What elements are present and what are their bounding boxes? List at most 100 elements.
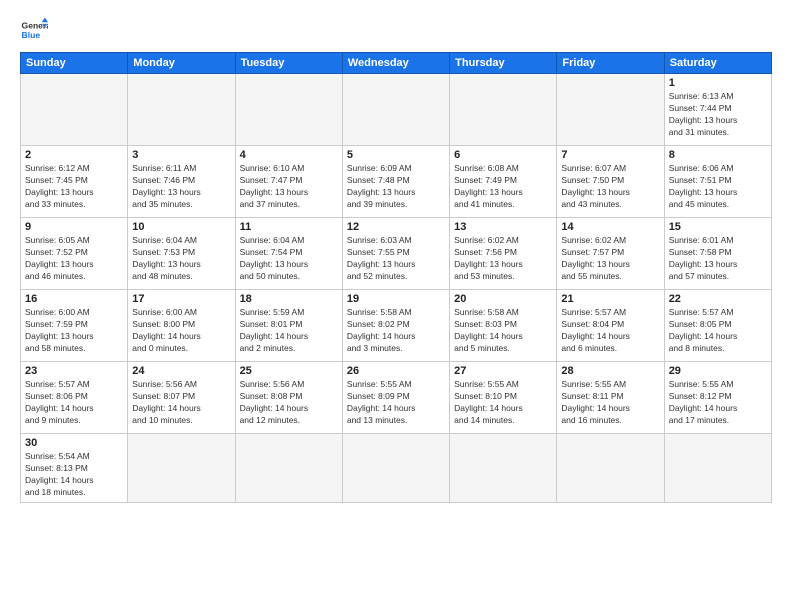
calendar-cell: 7Sunrise: 6:07 AMSunset: 7:50 PMDaylight… [557,146,664,218]
calendar-week-5: 23 Sunrise: 5:57 AMSunset: 8:06 PMDayligh… [21,362,772,434]
calendar-cell: 10 Sunrise: 6:04 AMSunset: 7:53 PMDayligh… [128,218,235,290]
calendar-cell: 4Sunrise: 6:10 AMSunset: 7:47 PMDaylight… [235,146,342,218]
calendar-cell [557,434,664,503]
svg-text:Blue: Blue [22,30,41,40]
day-number: 22 [669,293,767,305]
day-info: Sunrise: 5:56 AMSunset: 8:07 PMDaylight:… [132,379,230,427]
calendar-week-4: 16Sunrise: 6:00 AMSunset: 7:59 PMDayligh… [21,290,772,362]
day-number: 28 [561,365,659,377]
calendar-cell [450,74,557,146]
day-number: 6 [454,149,552,161]
day-info: Sunrise: 6:03 AMSunset: 7:55 PMDaylight:… [347,235,445,283]
day-info: Sunrise: 6:12 AMSunset: 7:45 PMDaylight:… [25,163,123,211]
day-info: Sunrise: 6:04 AMSunset: 7:53 PMDaylight:… [132,235,230,283]
calendar-cell: 23 Sunrise: 5:57 AMSunset: 8:06 PMDayligh… [21,362,128,434]
calendar-cell: 12 Sunrise: 6:03 AMSunset: 7:55 PMDayligh… [342,218,449,290]
day-info: Sunrise: 6:02 AMSunset: 7:57 PMDaylight:… [561,235,659,283]
day-info: Sunrise: 5:57 AMSunset: 8:04 PMDaylight:… [561,307,659,355]
day-number: 20 [454,293,552,305]
weekday-header-friday: Friday [557,53,664,74]
day-info: Sunrise: 6:02 AMSunset: 7:56 PMDaylight:… [454,235,552,283]
day-info: Sunrise: 5:55 AMSunset: 8:10 PMDaylight:… [454,379,552,427]
calendar-week-2: 2 Sunrise: 6:12 AMSunset: 7:45 PMDaylight… [21,146,772,218]
day-number: 8 [669,149,767,161]
calendar-cell: 2 Sunrise: 6:12 AMSunset: 7:45 PMDaylight… [21,146,128,218]
calendar-cell: 13 Sunrise: 6:02 AMSunset: 7:56 PMDayligh… [450,218,557,290]
calendar-cell [342,434,449,503]
day-info: Sunrise: 6:00 AMSunset: 7:59 PMDaylight:… [25,307,123,355]
calendar-table: SundayMondayTuesdayWednesdayThursdayFrid… [20,52,772,503]
calendar-cell: 6 Sunrise: 6:08 AMSunset: 7:49 PMDaylight… [450,146,557,218]
calendar-cell: 3 Sunrise: 6:11 AMSunset: 7:46 PMDaylight… [128,146,235,218]
calendar-cell: 26 Sunrise: 5:55 AMSunset: 8:09 PMDayligh… [342,362,449,434]
day-info: Sunrise: 6:11 AMSunset: 7:46 PMDaylight:… [132,163,230,211]
calendar-week-1: 1 Sunrise: 6:13 AMSunset: 7:44 PMDaylight… [21,74,772,146]
calendar-cell: 15Sunrise: 6:01 AMSunset: 7:58 PMDayligh… [664,218,771,290]
calendar-cell [664,434,771,503]
day-info: Sunrise: 6:10 AMSunset: 7:47 PMDaylight:… [240,163,338,211]
logo: General Blue [20,16,48,44]
calendar-cell: 18 Sunrise: 5:59 AMSunset: 8:01 PMDayligh… [235,290,342,362]
calendar-week-3: 9Sunrise: 6:05 AMSunset: 7:52 PMDaylight… [21,218,772,290]
calendar-cell: 28 Sunrise: 5:55 AMSunset: 8:11 PMDayligh… [557,362,664,434]
day-info: Sunrise: 5:58 AMSunset: 8:03 PMDaylight:… [454,307,552,355]
day-number: 23 [25,365,123,377]
calendar-cell: 24Sunrise: 5:56 AMSunset: 8:07 PMDayligh… [128,362,235,434]
calendar-cell: 19Sunrise: 5:58 AMSunset: 8:02 PMDayligh… [342,290,449,362]
day-info: Sunrise: 6:13 AMSunset: 7:44 PMDaylight:… [669,91,767,139]
day-number: 11 [240,221,338,233]
day-number: 2 [25,149,123,161]
weekday-header-tuesday: Tuesday [235,53,342,74]
day-number: 17 [132,293,230,305]
day-info: Sunrise: 6:01 AMSunset: 7:58 PMDaylight:… [669,235,767,283]
day-number: 30 [25,437,123,449]
day-info: Sunrise: 5:55 AMSunset: 8:11 PMDaylight:… [561,379,659,427]
calendar-cell: 1 Sunrise: 6:13 AMSunset: 7:44 PMDaylight… [664,74,771,146]
calendar-cell [128,74,235,146]
day-number: 14 [561,221,659,233]
calendar-cell: 30 Sunrise: 5:54 AMSunset: 8:13 PMDayligh… [21,434,128,503]
day-info: Sunrise: 5:57 AMSunset: 8:05 PMDaylight:… [669,307,767,355]
header: General Blue [20,16,772,44]
day-number: 21 [561,293,659,305]
day-number: 10 [132,221,230,233]
weekday-header-saturday: Saturday [664,53,771,74]
day-info: Sunrise: 5:59 AMSunset: 8:01 PMDaylight:… [240,307,338,355]
weekday-header-sunday: Sunday [21,53,128,74]
day-number: 7 [561,149,659,161]
calendar-cell: 22 Sunrise: 5:57 AMSunset: 8:05 PMDayligh… [664,290,771,362]
calendar-cell: 16Sunrise: 6:00 AMSunset: 7:59 PMDayligh… [21,290,128,362]
calendar-cell [235,434,342,503]
calendar-cell [128,434,235,503]
page: General Blue SundayMondayTuesdayWednesda… [0,0,792,612]
day-number: 13 [454,221,552,233]
day-info: Sunrise: 6:04 AMSunset: 7:54 PMDaylight:… [240,235,338,283]
calendar-cell: 14 Sunrise: 6:02 AMSunset: 7:57 PMDayligh… [557,218,664,290]
day-number: 5 [347,149,445,161]
weekday-header-thursday: Thursday [450,53,557,74]
calendar-cell: 25Sunrise: 5:56 AMSunset: 8:08 PMDayligh… [235,362,342,434]
day-number: 27 [454,365,552,377]
calendar-week-6: 30 Sunrise: 5:54 AMSunset: 8:13 PMDayligh… [21,434,772,503]
day-number: 18 [240,293,338,305]
calendar-cell [557,74,664,146]
day-info: Sunrise: 5:57 AMSunset: 8:06 PMDaylight:… [25,379,123,427]
weekday-header-monday: Monday [128,53,235,74]
calendar-cell: 17 Sunrise: 6:00 AMSunset: 8:00 PMDayligh… [128,290,235,362]
day-info: Sunrise: 6:09 AMSunset: 7:48 PMDaylight:… [347,163,445,211]
day-info: Sunrise: 6:00 AMSunset: 8:00 PMDaylight:… [132,307,230,355]
day-number: 29 [669,365,767,377]
day-number: 9 [25,221,123,233]
day-number: 25 [240,365,338,377]
day-number: 19 [347,293,445,305]
weekday-header-row: SundayMondayTuesdayWednesdayThursdayFrid… [21,53,772,74]
day-number: 12 [347,221,445,233]
day-number: 3 [132,149,230,161]
day-info: Sunrise: 5:54 AMSunset: 8:13 PMDaylight:… [25,451,123,499]
day-number: 26 [347,365,445,377]
day-number: 1 [669,77,767,89]
calendar-cell: 20 Sunrise: 5:58 AMSunset: 8:03 PMDayligh… [450,290,557,362]
calendar-cell: 8Sunrise: 6:06 AMSunset: 7:51 PMDaylight… [664,146,771,218]
day-info: Sunrise: 5:55 AMSunset: 8:09 PMDaylight:… [347,379,445,427]
day-info: Sunrise: 6:08 AMSunset: 7:49 PMDaylight:… [454,163,552,211]
